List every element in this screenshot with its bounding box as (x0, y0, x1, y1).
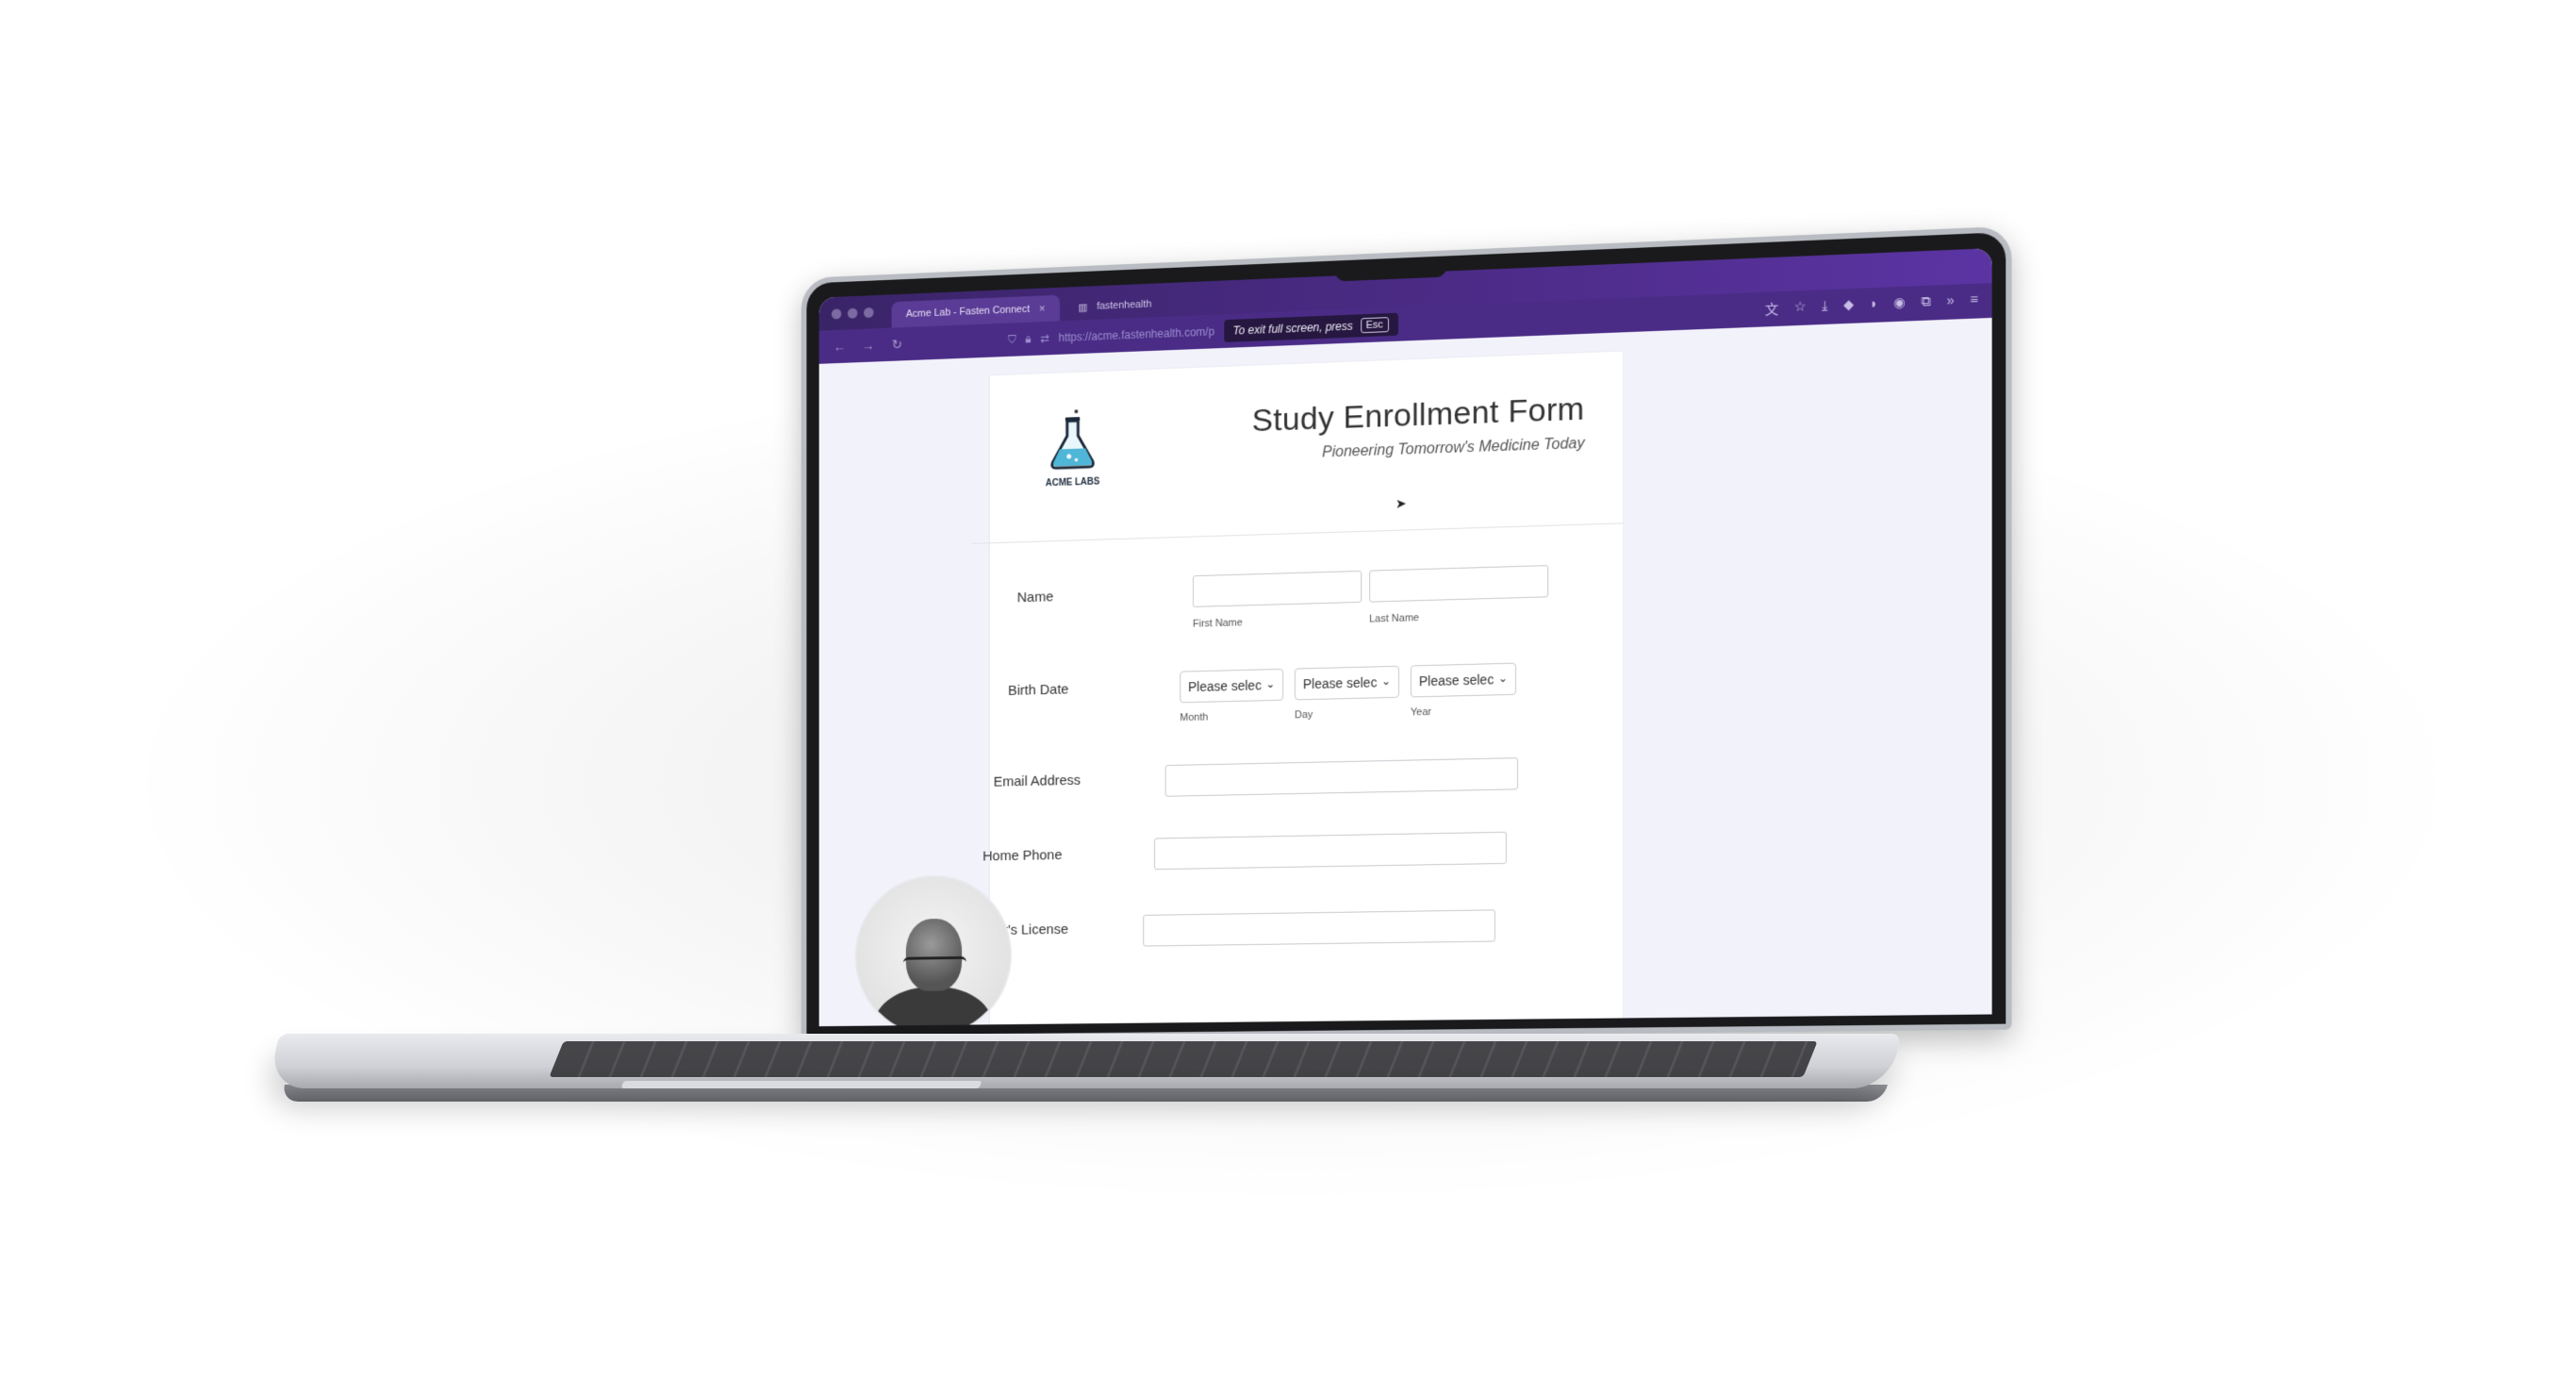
extension-icon[interactable]: ◆ (1843, 296, 1854, 316)
laptop-trackpad (620, 1081, 983, 1088)
tab-favicon-icon: ▥ (1078, 301, 1088, 314)
home-phone-label: Home Phone (983, 847, 1063, 865)
menu-icon[interactable]: ≡ (1970, 291, 1978, 311)
page-subtitle: Pioneering Tomorrow's Medicine Today (1322, 435, 1585, 461)
drivers-license-field[interactable] (1143, 909, 1495, 947)
first-name-input[interactable] (1192, 570, 1362, 607)
birth-date-row: Birth Date Please selec ⌄ Please selec ⌄… (990, 660, 1623, 723)
overflow-chevron-icon[interactable]: » (1947, 292, 1955, 312)
first-name-sublabel: First Name (1192, 617, 1243, 630)
shield-icon: ⛉ (1008, 332, 1016, 346)
email-field[interactable] (1164, 757, 1518, 797)
maximize-window-icon[interactable] (864, 307, 874, 318)
tab-label: fastenhealth (1097, 298, 1152, 312)
laptop-screen-wrapper: Acme Lab - Fasten Connect × ▥ fastenheal… (783, 225, 2012, 1041)
select-value: Please selec (1418, 672, 1494, 689)
logo-text: ACME LABS (1045, 476, 1100, 489)
browser-window: Acme Lab - Fasten Connect × ▥ fastenheal… (818, 248, 1992, 1027)
month-sublabel: Month (1180, 711, 1209, 724)
laptop-screen-bezel: Acme Lab - Fasten Connect × ▥ fastenheal… (801, 225, 2012, 1041)
forward-arrow-icon[interactable]: → (860, 338, 876, 353)
downloads-icon[interactable]: ⤓ (1822, 297, 1827, 317)
close-tab-icon[interactable]: × (1039, 302, 1046, 315)
header-divider (971, 523, 1624, 544)
chevron-down-icon: ⌄ (1265, 677, 1276, 691)
window-controls (831, 295, 874, 330)
tab-label: Acme Lab - Fasten Connect (905, 303, 1031, 321)
minimize-window-icon[interactable] (847, 307, 858, 319)
fullscreen-notice-text: To exit full screen, press (1232, 319, 1353, 338)
day-sublabel: Day (1294, 708, 1313, 722)
bookmark-star-icon[interactable]: ☆ (1794, 298, 1807, 318)
birth-date-label: Birth Date (1008, 681, 1069, 699)
home-phone-field[interactable] (1153, 831, 1507, 871)
esc-key-badge: Esc (1360, 317, 1389, 334)
birth-day-select[interactable]: Please selec ⌄ (1294, 665, 1399, 701)
reload-icon[interactable]: ↻ (889, 336, 905, 352)
email-row: Email Address (990, 755, 1623, 797)
person-glasses (902, 955, 966, 973)
permissions-icon: ⇄ (1040, 331, 1049, 345)
last-name-input[interactable] (1369, 565, 1549, 603)
mouse-cursor-icon: ➤ (1395, 495, 1407, 511)
person-head (905, 918, 963, 992)
account-icon[interactable]: ◉ (1893, 294, 1906, 314)
email-label: Email Address (993, 771, 1082, 790)
back-arrow-icon[interactable]: ← (832, 339, 848, 354)
page-title: Study Enrollment Form (1251, 390, 1585, 440)
laptop-keyboard (549, 1041, 1818, 1077)
pocket-icon[interactable]: ◗ (1870, 295, 1878, 315)
name-label: Name (1016, 589, 1054, 606)
name-row: Name First Name Last Name (990, 563, 1623, 630)
lock-icon: 🔒︎ (1025, 331, 1032, 345)
page-viewport: ACME LABS Study Enrollment Form Pioneeri… (818, 317, 1992, 1027)
birth-year-select[interactable]: Please selec ⌄ (1410, 662, 1516, 698)
enrollment-form-card: ACME LABS Study Enrollment Form Pioneeri… (854, 351, 1624, 1027)
fullscreen-notice: To exit full screen, press Esc (1223, 312, 1398, 343)
home-phone-row: Home Phone (983, 830, 1623, 871)
select-value: Please selec (1188, 677, 1262, 695)
extensions-puzzle-icon[interactable]: ⧉ (1922, 293, 1931, 313)
last-name-sublabel: Last Name (1369, 612, 1420, 625)
tab-fastenhealth[interactable]: ▥ fastenhealth (1064, 290, 1166, 321)
form-header: Study Enrollment Form Pioneering Tomorro… (1252, 390, 1585, 464)
flask-icon (1046, 409, 1100, 472)
webcam-overlay (854, 873, 1012, 1027)
chevron-down-icon: ⌄ (1497, 671, 1508, 686)
acme-labs-logo: ACME LABS (1041, 405, 1105, 489)
person-body (874, 986, 992, 1027)
drivers-license-row: Driver's License (972, 907, 1623, 947)
year-sublabel: Year (1410, 705, 1432, 719)
toolbar-icons: 文 ☆ ⤓ ◆ ◗ ◉ ⧉ » ≡ (1765, 291, 1978, 319)
translate-icon[interactable]: 文 (1765, 299, 1778, 319)
chevron-down-icon: ⌄ (1380, 674, 1391, 688)
select-value: Please selec (1302, 674, 1378, 692)
close-window-icon[interactable] (831, 307, 842, 319)
url-text: https://acme.fastenhealth.com/p (1058, 324, 1215, 345)
birth-month-select[interactable]: Please selec ⌄ (1180, 668, 1284, 704)
